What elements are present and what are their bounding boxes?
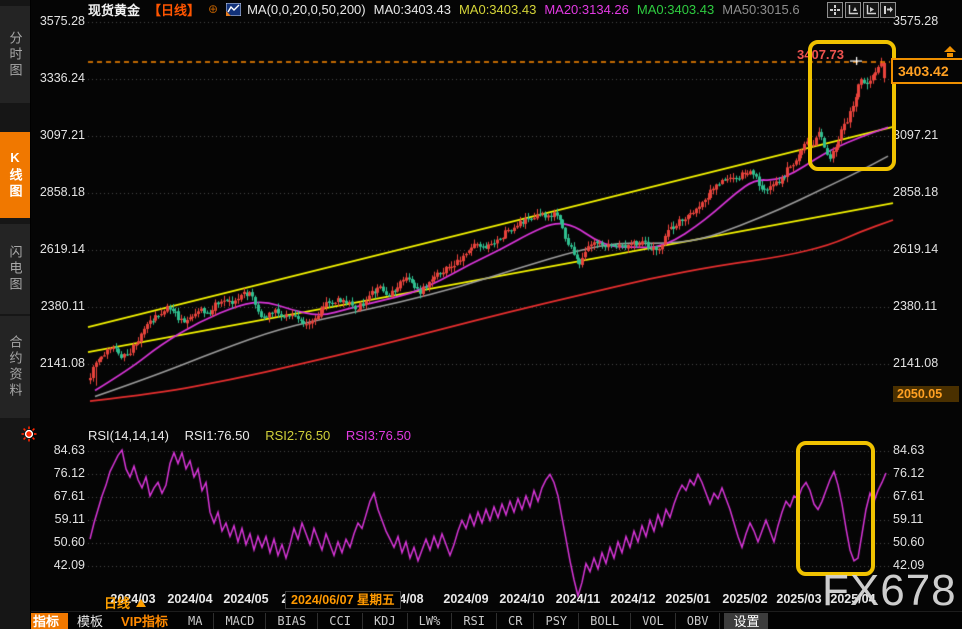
time-tick: 2024/04 <box>167 592 212 606</box>
time-tick: 2024/11 <box>556 592 601 606</box>
crosshair-icon[interactable] <box>827 2 843 18</box>
symbol-name: 现货黄金 <box>88 0 140 19</box>
price-tick-left: 3575.28 <box>30 15 85 28</box>
toolbar-item-LW%[interactable]: LW% <box>408 613 453 629</box>
ma-value-5: MA50:3015.6 <box>722 2 799 17</box>
ma-value-3: MA20:3134.26 <box>544 2 629 17</box>
toolbar-item-设置[interactable]: 设置 <box>724 613 768 629</box>
toolbar-item-VOL[interactable]: VOL <box>631 613 676 629</box>
add-overlay-icon[interactable]: ⊕ <box>208 2 218 16</box>
chevron-up-icon <box>136 599 146 607</box>
period-tag[interactable]: 【日线】 <box>148 0 200 19</box>
chart-header: 现货黄金 【日线】 ⊕ MA(0,0,20,0,50,200) MA0:3403… <box>88 1 816 17</box>
highlight-box-main <box>808 40 896 171</box>
low-price-tag: 2050.05 <box>893 386 959 402</box>
toolbar-item-VIP指标[interactable]: VIP指标 <box>112 613 177 629</box>
toolbar-item-CCI[interactable]: CCI <box>318 613 363 629</box>
toolbar-item-PSY[interactable]: PSY <box>534 613 579 629</box>
period-selector-label: 日线 <box>104 593 130 612</box>
price-tick-right: 3097.21 <box>893 129 938 142</box>
highlight-box-rsi <box>796 441 875 576</box>
price-tick-left: 2380.11 <box>30 300 85 313</box>
sidebar-item-4[interactable]: 合约资料 <box>0 316 30 418</box>
rsi-tick-left: 59.11 <box>30 513 85 526</box>
price-tick-left: 3336.24 <box>30 72 85 85</box>
toolbar-item-RSI[interactable]: RSI <box>452 613 497 629</box>
rsi2-value: RSI2:76.50 <box>265 428 330 443</box>
trading-app: 分时图 K线图闪电图合约资料 现货黄金 【日线】 ⊕ MA(0,0,20,0,50… <box>0 0 962 629</box>
sidebar-item-1[interactable]: 分时图 <box>0 6 30 103</box>
period-selector[interactable]: 日线 <box>104 593 146 612</box>
time-tick: 2024/12 <box>610 592 655 606</box>
export-icon[interactable] <box>880 2 896 18</box>
ma-value-4: MA0:3403.43 <box>637 2 714 17</box>
toolbar-item-模板[interactable]: 模板 <box>68 613 112 629</box>
chart-type-icon[interactable] <box>226 3 241 16</box>
rsi-tick-right: 67.61 <box>893 490 924 503</box>
price-tick-right: 2858.18 <box>893 186 938 199</box>
price-tick-left: 2619.14 <box>30 243 85 256</box>
rsi-tick-left: 50.60 <box>30 536 85 549</box>
toolbar-item-BOLL[interactable]: BOLL <box>579 613 631 629</box>
rsi3-value: RSI3:76.50 <box>346 428 411 443</box>
toolbar-item-MA[interactable]: MA <box>177 613 214 629</box>
price-tick-right: 2141.08 <box>893 357 938 370</box>
rsi-tick-left: 76.12 <box>30 467 85 480</box>
toolbar-item-CR[interactable]: CR <box>497 613 534 629</box>
rsi-tick-right: 84.63 <box>893 444 924 457</box>
crosshair-date-tooltip: 2024/06/07 星期五 <box>285 591 401 609</box>
toolbar-item-OBV[interactable]: OBV <box>676 613 721 629</box>
rsi-title: RSI(14,14,14) <box>88 428 169 443</box>
rsi-tick-right: 59.11 <box>893 513 923 526</box>
sidebar-item-3[interactable]: 闪电图 <box>0 224 30 314</box>
rsi-tick-right: 42.09 <box>893 559 924 572</box>
ma-value-2: MA0:3403.43 <box>459 2 536 17</box>
sidebar: 分时图 K线图闪电图合约资料 <box>0 0 31 629</box>
rsi-tick-right: 50.60 <box>893 536 924 549</box>
rsi-header: RSI(14,14,14) RSI1:76.50 RSI2:76.50 RSI3… <box>88 428 423 443</box>
price-tick-right: 2380.11 <box>893 300 937 313</box>
price-tick-right: 3575.28 <box>893 15 938 28</box>
time-tick: 2024/05 <box>223 592 268 606</box>
rsi-tick-left: 42.09 <box>30 559 85 572</box>
indicator-alert-icon[interactable] <box>21 426 37 442</box>
rsi-tick-left: 84.63 <box>30 444 85 457</box>
scale-horizontal-icon[interactable] <box>863 2 879 18</box>
toolbar-item-MACD[interactable]: MACD <box>214 613 266 629</box>
indicator-toolbar: 指标模板VIP指标MAMACDBIASCCIKDJLW%RSICRPSYBOLL… <box>30 611 962 629</box>
toolbar-item-BIAS[interactable]: BIAS <box>266 613 318 629</box>
time-tick: 2025/04 <box>830 592 875 606</box>
time-tick: 2025/03 <box>776 592 821 606</box>
time-tick: 2024/10 <box>499 592 544 606</box>
sidebar-item-2[interactable]: K线图 <box>0 132 30 218</box>
rsi-tick-right: 76.12 <box>893 467 924 480</box>
toolbar-item-KDJ[interactable]: KDJ <box>363 613 408 629</box>
scale-vertical-icon[interactable] <box>845 2 861 18</box>
current-price-tag[interactable]: 3403.42 <box>891 58 962 84</box>
ma-settings: MA(0,0,20,0,50,200) <box>247 2 366 17</box>
price-tick-right: 2619.14 <box>893 243 938 256</box>
time-tick: 2025/01 <box>665 592 710 606</box>
latest-price-arrow-icon[interactable] <box>942 45 958 58</box>
time-tick: 2024/09 <box>443 592 488 606</box>
time-tick: 2025/02 <box>722 592 767 606</box>
rsi-tick-left: 67.61 <box>30 490 85 503</box>
price-tick-left: 2858.18 <box>30 186 85 199</box>
ma-value-1: MA0:3403.43 <box>374 2 451 17</box>
rsi1-value: RSI1:76.50 <box>185 428 250 443</box>
price-tick-left: 3097.21 <box>30 129 85 142</box>
ma-values: MA0:3403.43 MA0:3403.43 MA20:3134.26 MA0:34… <box>374 2 808 17</box>
price-tick-left: 2141.08 <box>30 357 85 370</box>
